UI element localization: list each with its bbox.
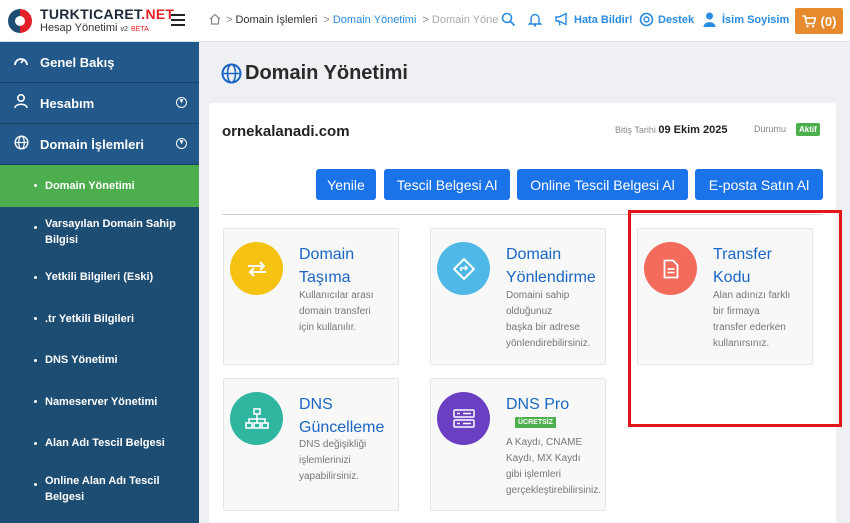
sidebar-item-dns-yonetimi[interactable]: DNS Yönetimi [0,340,199,382]
card-title: Domain Taşıma [299,246,355,286]
card-description: DNS değişikliği işlemlerinizi yapabilirsin… [299,439,367,482]
sidebar-item-yetkili-bilgileri[interactable]: Yetkili Bilgileri (Eski) [0,257,199,299]
sidebar-item-genel-bakis[interactable]: Genel Bakış [0,42,199,83]
card-domain-redirect[interactable]: Domain Yönlendirme Domaini sahip olduğunuz… [430,228,606,365]
sidebar-item-label: Domain İşlemleri [40,136,145,152]
dashboard-icon [12,53,30,71]
online-certificate-button[interactable]: Online Tescil Belgesi Al [517,169,688,200]
breadcrumb-item[interactable]: Domain İşlemleri [235,14,317,26]
buy-email-button[interactable]: E-posta Satın Al [695,169,823,200]
chevron-down-icon: ▾ [176,138,187,149]
cart-button[interactable]: (0) [795,8,843,34]
certificate-button[interactable]: Tescil Belgesi Al [384,169,510,200]
card-description: Domaini sahip olduğunuz başka bir adrese yö… [506,290,591,349]
redirect-icon [437,242,490,295]
sidebar-item-label: Hesabım [40,95,95,111]
renew-button[interactable]: Yenile [316,169,376,200]
home-icon[interactable] [209,13,221,25]
highlight-box [628,210,842,427]
sidebar-item-label: Online Alan Adı Tescil Belgesi [45,475,160,503]
expiry-date: Bitiş Tarihi 09 Ekim 2025 [615,124,728,136]
lifebuoy-icon[interactable] [639,12,654,27]
top-header: > Domain İşlemleri > Domain Yönetimi > Doma… [199,0,850,42]
breadcrumb-item[interactable]: Domain Yönetimi [333,14,417,26]
sidebar-item-label: Nameserver Yönetimi [45,395,158,408]
page-title: Domain Yönetimi [221,62,408,85]
bell-icon[interactable] [528,12,542,27]
sidebar-item-label: Genel Bakış [40,54,115,70]
card-dns-pro[interactable]: DNS Pro ÜCRETSİZ A Kaydı, CNAME Kaydı, MX… [430,378,606,511]
sidebar-item-domain-islemleri[interactable]: Domain İşlemleri ▾ [0,124,199,165]
breadcrumb: > Domain İşlemleri > Domain Yönetimi > Doma… [223,14,498,26]
sidebar-item-nameserver[interactable]: Nameserver Yönetimi [0,381,199,423]
sidebar-item-varsayilan-domain[interactable]: Varsayılan Domain Sahip Bilgisi [0,207,199,257]
card-domain-transfer[interactable]: Domain Taşıma Kullanıcılar arası domain tr… [223,228,399,365]
status-badge: Aktif [796,123,820,136]
sidebar-item-label: .tr Yetkili Bilgileri [45,312,135,325]
breadcrumb-item: Domain Yönetimi [431,14,498,26]
card-title: DNS Güncelleme [299,396,385,436]
cart-count: (0) [820,13,837,29]
card-dns-update[interactable]: DNS Güncelleme DNS değişikliği işlemlerini… [223,378,399,511]
domain-name: ornekalanadi.com [222,123,350,140]
sidebar-item-hesabim[interactable]: Hesabım ▾ [0,83,199,124]
card-description: A Kaydı, CNAME Kaydı, MX Kaydı gibi işleml… [506,437,602,496]
sidebar-item-tescil-belgesi[interactable]: Alan Adı Tescil Belgesi [0,423,199,465]
search-icon[interactable] [501,12,516,27]
sidebar-item-online-tescil[interactable]: Online Alan Adı Tescil Belgesi [0,464,199,514]
sidebar-item-label: DNS Yönetimi [45,354,118,367]
card-description: Kullanıcılar arası domain transferi için k… [299,290,374,333]
sidebar-item-label: Varsayılan Domain Sahip Bilgisi [45,217,176,246]
free-badge: ÜCRETSİZ [515,417,556,428]
sidebar-item-tr-yetkili[interactable]: .tr Yetkili Bilgileri [0,298,199,340]
cart-icon [802,14,816,27]
megaphone-icon[interactable] [554,12,570,27]
brand-title: TURKTICARET.NET [40,6,175,22]
logo[interactable]: TURKTICARET.NET Hesap Yönetimi v2 BETA [0,0,199,42]
brand-subtitle: Hesap Yönetimi v2 BETA [40,22,149,34]
menu-toggle-icon[interactable] [171,14,185,26]
user-icon [12,93,30,113]
sidebar: TURKTICARET.NET Hesap Yönetimi v2 BETA G… [0,0,199,523]
card-title: DNS Pro [506,396,570,413]
status-label: Durumu [754,124,787,134]
report-bug-link[interactable]: Hata Bildir! [574,14,633,26]
user-icon[interactable] [703,12,716,27]
chevron-down-icon: ▾ [176,97,187,108]
card-title: Domain Yönlendirme [506,246,596,286]
sidebar-item-label: Yetkili Bilgileri (Eski) [45,271,154,284]
globe-icon [12,134,30,154]
support-link[interactable]: Destek [658,14,694,26]
transfer-arrows-icon [230,242,283,295]
dns-server-icon [437,392,490,445]
user-name[interactable]: İsim Soyisim [722,14,789,26]
sidebar-item-label: Alan Adı Tescil Belgesi [45,437,165,450]
network-icon [230,392,283,445]
globe-icon [221,63,242,84]
sidebar-item-label: Domain Yönetimi [45,179,135,192]
logo-icon [8,8,32,33]
sidebar-item-domain-yonetimi[interactable]: Domain Yönetimi [0,165,199,207]
